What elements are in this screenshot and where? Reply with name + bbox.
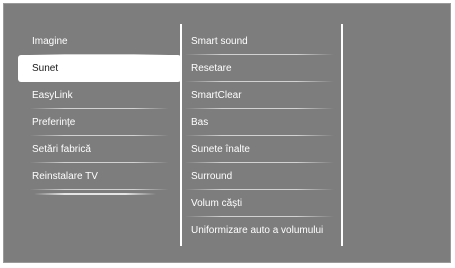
submenu-item-resetare[interactable]: Resetare bbox=[183, 55, 338, 82]
menu-item-preferinte[interactable]: Preferințe bbox=[16, 109, 181, 136]
menu-divider bbox=[34, 193, 156, 195]
menu-item-setari-fabrica[interactable]: Setări fabrică bbox=[16, 136, 181, 163]
menu-item-imagine[interactable]: Imagine bbox=[16, 28, 181, 55]
sound-submenu-list: Smart sound Resetare SmartClear Bas Sune… bbox=[183, 28, 338, 244]
main-menu-list: Imagine Sunet EasyLink Preferințe Setări… bbox=[16, 28, 181, 190]
menu-item-sunet[interactable]: Sunet bbox=[18, 55, 181, 82]
submenu-item-volum-casti[interactable]: Volum căști bbox=[183, 190, 338, 217]
submenu-item-sunete-inalte[interactable]: Sunete înalte bbox=[183, 136, 338, 163]
column-separator-right bbox=[341, 24, 343, 246]
menu-item-easylink[interactable]: EasyLink bbox=[16, 82, 181, 109]
submenu-item-smart-sound[interactable]: Smart sound bbox=[183, 28, 338, 55]
submenu-item-bas[interactable]: Bas bbox=[183, 109, 338, 136]
tv-menu-screen: Imagine Sunet EasyLink Preferințe Setări… bbox=[3, 3, 451, 263]
submenu-item-uniformizare-volum[interactable]: Uniformizare auto a volumului bbox=[183, 217, 338, 244]
menu-item-reinstalare-tv[interactable]: Reinstalare TV bbox=[16, 163, 181, 190]
submenu-item-surround[interactable]: Surround bbox=[183, 163, 338, 190]
submenu-item-smartclear[interactable]: SmartClear bbox=[183, 82, 338, 109]
column-separator-left bbox=[180, 24, 182, 246]
